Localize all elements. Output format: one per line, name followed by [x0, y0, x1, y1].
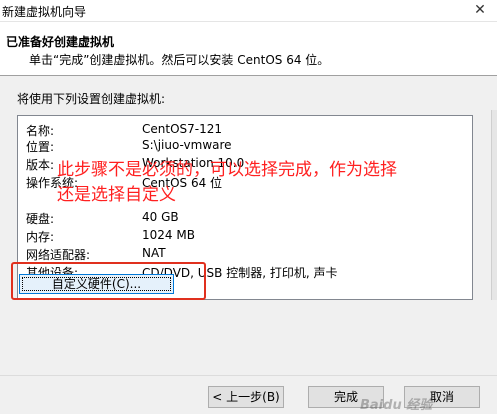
summary-key: 位置:	[26, 140, 55, 154]
window-title: 新建虚拟机向导	[2, 5, 87, 19]
red-annotation-text: 此步骤不是必须的，可以选择完成，作为选择 还是选择自定义	[57, 158, 497, 208]
finish-button[interactable]: 完成	[308, 386, 384, 408]
summary-row-memory: 内存: 1024 MB	[18, 228, 472, 244]
customize-hardware-button[interactable]: 自定义硬件(C)...	[19, 274, 174, 294]
summary-key: 硬盘:	[26, 212, 55, 226]
summary-row-disk: 硬盘: 40 GB	[18, 210, 472, 226]
summary-row-name: 名称: CentOS7-121	[18, 122, 472, 138]
cancel-button[interactable]: 取消	[404, 386, 480, 408]
footer-divider	[0, 375, 497, 376]
summary-value: 40 GB	[142, 210, 179, 224]
summary-row-location: 位置: S:\jiuo-vmware	[18, 138, 472, 154]
summary-key: 名称:	[26, 124, 55, 138]
wizard-header: 已准备好创建虚拟机 单击“完成”创建虚拟机。然后可以安装 CentOS 64 位…	[0, 22, 497, 76]
page-subtitle: 单击“完成”创建虚拟机。然后可以安装 CentOS 64 位。	[29, 53, 330, 67]
summary-value: CentOS7-121	[142, 122, 223, 136]
summary-value: S:\jiuo-vmware	[142, 138, 232, 152]
annotation-line-1: 此步骤不是必须的，可以选择完成，作为选择	[57, 160, 397, 180]
scrollbar[interactable]	[491, 110, 497, 300]
summary-key: 内存:	[26, 230, 55, 244]
summary-value: NAT	[142, 246, 166, 260]
page-title: 已准备好创建虚拟机	[6, 35, 115, 49]
annotation-line-2: 还是选择自定义	[57, 185, 176, 205]
settings-intro-label: 将使用下列设置创建虚拟机:	[17, 92, 166, 106]
close-icon[interactable]: ✕	[463, 0, 497, 22]
summary-key: 版本:	[26, 158, 55, 172]
summary-key: 网络适配器:	[26, 248, 91, 262]
title-bar: 新建虚拟机向导 ✕	[0, 0, 497, 22]
summary-row-network: 网络适配器: NAT	[18, 246, 472, 262]
summary-value: 1024 MB	[142, 228, 195, 242]
back-button[interactable]: < 上一步(B)	[208, 386, 284, 408]
